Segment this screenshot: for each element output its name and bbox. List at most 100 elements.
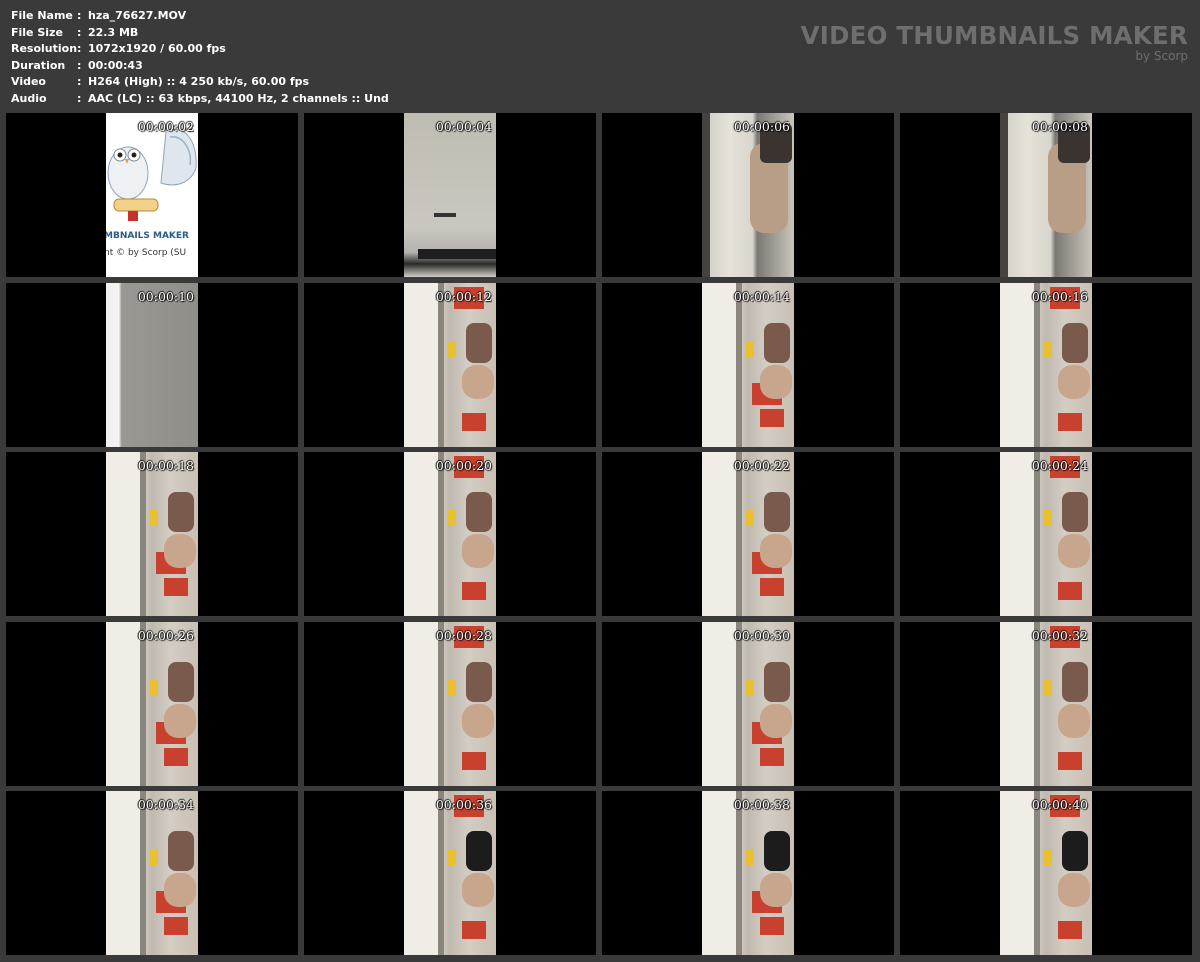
thumbnail-cell[interactable]: 00:00:18 (6, 452, 298, 616)
scene-red-block (1058, 921, 1082, 939)
scene-dark-shape (168, 662, 194, 702)
scene-skin-shape (1058, 365, 1090, 399)
scene-shadow (736, 622, 742, 786)
timestamp: 00:00:04 (435, 119, 492, 134)
scene-red-block (1058, 413, 1082, 431)
info-row-file-size: File Size : 22.3 MB (11, 25, 389, 42)
scene-red-block (1058, 752, 1082, 770)
timestamp: 00:00:24 (1031, 458, 1088, 473)
scene-shadow (736, 791, 742, 955)
scene-skin-shape (164, 534, 196, 568)
scene-red-block (164, 578, 188, 596)
splash-title: MBNAILS MAKER (106, 231, 189, 241)
thumbnail-cell[interactable]: 00:00:04 (304, 113, 596, 277)
thumbnail-cell[interactable]: 00:00:26 (6, 622, 298, 786)
thumbnail-cell[interactable]: 00:00:40 (900, 791, 1192, 955)
thumbnail-frame: 00:00:08 (1000, 113, 1092, 277)
thumbnail-frame: 00:00:14 (702, 283, 794, 447)
thumbnail-frame: 00:00:12 (404, 283, 496, 447)
timestamp: 00:00:08 (1031, 119, 1088, 134)
thumbnail-cell[interactable]: 00:00:16 (900, 283, 1192, 447)
splash-copyright: nt © by Scorp (SU (106, 248, 187, 258)
scene-yellow-label (746, 510, 754, 526)
timestamp: 00:00:32 (1031, 628, 1088, 643)
thumbnail-cell[interactable]: MBNAILS MAKER nt © by Scorp (SU 00:00:02 (6, 113, 298, 277)
timestamp: 00:00:40 (1031, 797, 1088, 812)
thumbnail-cell[interactable]: 00:00:38 (602, 791, 894, 955)
thumbnail-frame: 00:00:28 (404, 622, 496, 786)
thumbnail-frame: MBNAILS MAKER nt © by Scorp (SU 00:00:02 (106, 113, 198, 277)
scene-wall-strip (1000, 283, 1034, 447)
info-separator: : (77, 75, 82, 89)
thumbnail-grid: MBNAILS MAKER nt © by Scorp (SU 00:00:02 00… (6, 113, 1196, 960)
thumbnail-cell[interactable]: 00:00:24 (900, 452, 1192, 616)
thumbnail-cell[interactable]: 00:00:28 (304, 622, 596, 786)
scene-shadow (1034, 622, 1040, 786)
scene-wall-strip (404, 622, 438, 786)
scene-wall-strip (702, 791, 736, 955)
scene-dark-shape (764, 492, 790, 532)
scene-skin-shape (462, 873, 494, 907)
info-row-video: Video : H264 (High) :: 4 250 kb/s, 60.00… (11, 74, 389, 91)
info-label: Duration (11, 58, 66, 72)
timestamp: 00:00:30 (733, 628, 790, 643)
scene-dark-shape (1062, 662, 1088, 702)
thumbnail-cell[interactable]: 00:00:34 (6, 791, 298, 955)
scene-dark-shape (1062, 831, 1088, 871)
thumbnail-frame: 00:00:36 (404, 791, 496, 955)
thumbnail-cell[interactable]: 00:00:14 (602, 283, 894, 447)
scene-red-block (1058, 582, 1082, 600)
brand-subtitle: by Scorp (1135, 49, 1188, 63)
thumbnail-frame: 00:00:26 (106, 622, 198, 786)
info-label: Resolution (11, 42, 78, 56)
timestamp: 00:00:26 (137, 628, 194, 643)
scene-dark-shape (1062, 492, 1088, 532)
scene-wall-strip (1000, 622, 1034, 786)
thumbnail-cell[interactable]: 00:00:22 (602, 452, 894, 616)
thumbnail-cell[interactable]: 00:00:10 (6, 283, 298, 447)
timestamp: 00:00:16 (1031, 289, 1088, 304)
timestamp: 00:00:34 (137, 797, 194, 812)
timestamp: 00:00:20 (435, 458, 492, 473)
scene-shadow (438, 622, 444, 786)
scene-skin-shape (760, 365, 792, 399)
thumbnail-cell[interactable]: 00:00:12 (304, 283, 596, 447)
scene-wall-strip (106, 622, 140, 786)
scene-dark-shape (466, 662, 492, 702)
scene-skin-shape (1058, 704, 1090, 738)
thumbnail-cell[interactable]: 00:00:30 (602, 622, 894, 786)
scene-wall-strip (1000, 452, 1034, 616)
scene-skin-shape (164, 704, 196, 738)
scene-shadow (736, 452, 742, 616)
info-separator: : (77, 58, 82, 72)
timestamp: 00:00:36 (435, 797, 492, 812)
scene-wall-strip (106, 452, 140, 616)
ceiling-edge (418, 249, 496, 259)
scene-red-block (760, 578, 784, 596)
thumbnail-cell[interactable]: 00:00:20 (304, 452, 596, 616)
thumbnail-cell[interactable]: 00:00:36 (304, 791, 596, 955)
scene-wall-strip (702, 622, 736, 786)
info-row-resolution: Resolution : 1072x1920 / 60.00 fps (11, 41, 389, 58)
scene-shadow (438, 283, 444, 447)
thumbnail-cell[interactable]: 00:00:06 (602, 113, 894, 277)
info-label: File Name (11, 9, 73, 22)
scene-skin-shape (462, 704, 494, 738)
scene-yellow-label (448, 849, 456, 865)
scene-yellow-label (1044, 341, 1052, 357)
scene-shadow (140, 791, 146, 955)
scene-yellow-label (150, 849, 158, 865)
info-value: 00:00:43 (88, 58, 143, 72)
thumbnail-frame: 00:00:10 (106, 283, 198, 447)
scene-wall-strip (404, 452, 438, 616)
scene-red-block (760, 748, 784, 766)
ceiling-fixture (434, 213, 456, 217)
scene-wall-strip (404, 791, 438, 955)
thumbnail-cell[interactable]: 00:00:32 (900, 622, 1192, 786)
info-row-duration: Duration : 00:00:43 (11, 58, 389, 75)
scene-red-block (462, 752, 486, 770)
timestamp: 00:00:14 (733, 289, 790, 304)
scene-skin-shape (760, 534, 792, 568)
thumbnail-cell[interactable]: 00:00:08 (900, 113, 1192, 277)
scene-yellow-label (746, 680, 754, 696)
